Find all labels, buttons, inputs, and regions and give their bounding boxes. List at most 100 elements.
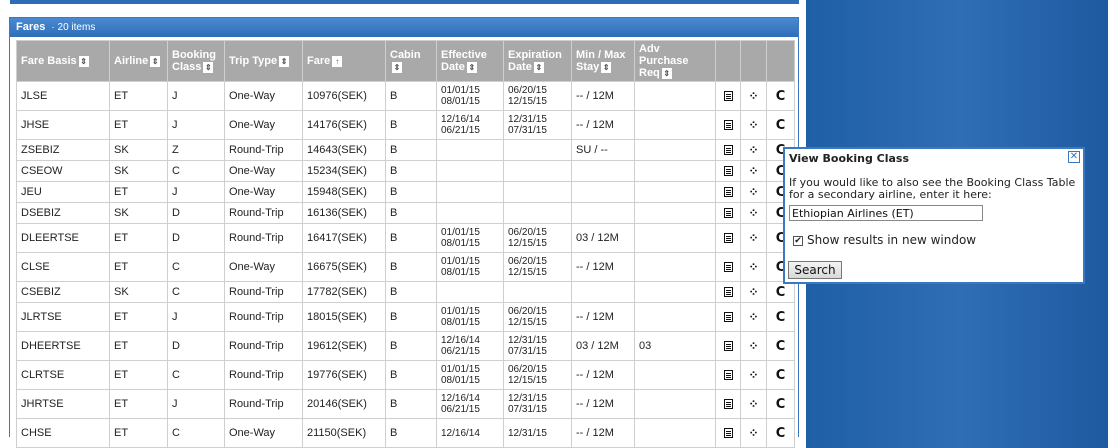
route-cell[interactable]: ⁘: [740, 181, 767, 203]
table-row[interactable]: JHSE ET J One-Way 14176(SEK) B 12/16/14 06/21/1…: [16, 110, 795, 140]
rules-cell[interactable]: [715, 252, 741, 282]
route-cell[interactable]: ⁘: [740, 160, 767, 182]
column-header-min-max-stay[interactable]: Min / Max Stay ⇕: [571, 40, 635, 82]
route-cell[interactable]: ⁘: [740, 331, 767, 361]
route-cell[interactable]: ⁘: [740, 281, 767, 303]
route-cell[interactable]: ⁘: [740, 389, 767, 419]
rules-icon[interactable]: [723, 91, 733, 102]
airline-cell[interactable]: SK: [109, 139, 168, 161]
column-header-airline[interactable]: Airline ⇕: [109, 40, 168, 82]
rules-icon[interactable]: [723, 166, 733, 177]
new-window-option[interactable]: ✔ Show results in new window: [793, 233, 976, 247]
route-cell[interactable]: ⁘: [740, 110, 767, 140]
airline-cell[interactable]: ET: [109, 81, 168, 111]
sort-icon[interactable]: ⇕: [392, 61, 402, 73]
rules-icon[interactable]: [723, 262, 733, 273]
booking-class-icon[interactable]: C: [776, 397, 786, 412]
booking-class-icon[interactable]: C: [776, 89, 786, 104]
route-map-icon[interactable]: ⁘: [748, 90, 758, 102]
route-cell[interactable]: ⁘: [740, 139, 767, 161]
sort-icon[interactable]: ⇕: [150, 55, 161, 67]
airline-cell[interactable]: ET: [109, 302, 168, 332]
rules-cell[interactable]: [715, 181, 741, 203]
rules-icon[interactable]: [723, 233, 733, 244]
booking-class-icon[interactable]: C: [776, 339, 786, 354]
column-header-booking-class[interactable]: Booking Class ⇕: [167, 40, 225, 82]
booking-class-action-cell[interactable]: C: [766, 110, 795, 140]
table-row[interactable]: DSEBIZ SK D Round-Trip 16136(SEK) B ⁘ C: [16, 202, 795, 224]
rules-cell[interactable]: [715, 202, 741, 224]
rules-icon[interactable]: [723, 208, 733, 219]
booking-class-icon[interactable]: C: [776, 310, 786, 325]
table-row[interactable]: JEU ET J One-Way 15948(SEK) B ⁘ C: [16, 181, 795, 203]
sort-icon[interactable]: ⇕: [279, 55, 290, 67]
booking-class-icon[interactable]: C: [776, 118, 786, 133]
table-row[interactable]: DLEERTSE ET D Round-Trip 16417(SEK) B 01/01/15…: [16, 223, 795, 253]
table-row[interactable]: ZSEBIZ SK Z Round-Trip 14643(SEK) B SU / -- ⁘ C: [16, 139, 795, 161]
booking-class-action-cell[interactable]: C: [766, 360, 795, 390]
route-map-icon[interactable]: ⁘: [748, 398, 758, 410]
route-map-icon[interactable]: ⁘: [748, 207, 758, 219]
table-row[interactable]: CHSE ET C One-Way 21150(SEK) B 12/16/14 12/31/1…: [16, 418, 795, 448]
airline-cell[interactable]: ET: [109, 252, 168, 282]
route-map-icon[interactable]: ⁘: [748, 232, 758, 244]
booking-class-action-cell[interactable]: C: [766, 331, 795, 361]
booking-class-action-cell[interactable]: C: [766, 81, 795, 111]
rules-cell[interactable]: [715, 302, 741, 332]
rules-cell[interactable]: [715, 418, 741, 448]
route-map-icon[interactable]: ⁘: [748, 186, 758, 198]
sort-icon[interactable]: ⇕: [533, 61, 544, 73]
column-header-expiration-date[interactable]: Expiration Date ⇕: [503, 40, 572, 82]
route-map-icon[interactable]: ⁘: [748, 286, 758, 298]
rules-cell[interactable]: [715, 110, 741, 140]
sort-icon[interactable]: ⇕: [466, 61, 477, 73]
table-row[interactable]: JHRTSE ET J Round-Trip 20146(SEK) B 12/16/14 06…: [16, 389, 795, 419]
booking-class-action-cell[interactable]: C: [766, 418, 795, 448]
rules-icon[interactable]: [723, 187, 733, 198]
rules-cell[interactable]: [715, 281, 741, 303]
booking-class-action-cell[interactable]: C: [766, 281, 795, 303]
booking-class-icon[interactable]: C: [776, 285, 786, 300]
route-map-icon[interactable]: ⁘: [748, 311, 758, 323]
route-map-icon[interactable]: ⁘: [748, 369, 758, 381]
new-window-checkbox[interactable]: ✔: [793, 235, 803, 246]
airline-cell[interactable]: ET: [109, 331, 168, 361]
rules-icon[interactable]: [723, 312, 733, 323]
airline-cell[interactable]: ET: [109, 223, 168, 253]
column-header-adv-purchase[interactable]: Adv Purchase Req ⇕: [634, 40, 716, 82]
booking-class-action-cell[interactable]: C: [766, 302, 795, 332]
route-cell[interactable]: ⁘: [740, 252, 767, 282]
route-map-icon[interactable]: ⁘: [748, 261, 758, 273]
route-cell[interactable]: ⁘: [740, 202, 767, 224]
column-header-fare[interactable]: Fare ↑: [302, 40, 386, 82]
route-cell[interactable]: ⁘: [740, 418, 767, 448]
route-cell[interactable]: ⁘: [740, 302, 767, 332]
route-map-icon[interactable]: ⁘: [748, 427, 758, 439]
rules-cell[interactable]: [715, 139, 741, 161]
rules-icon[interactable]: [723, 120, 733, 131]
sort-icon[interactable]: ⇕: [661, 67, 672, 79]
sort-icon[interactable]: ⇕: [601, 61, 612, 73]
booking-class-icon[interactable]: C: [776, 368, 786, 383]
route-map-icon[interactable]: ⁘: [748, 165, 758, 177]
rules-cell[interactable]: [715, 360, 741, 390]
rules-cell[interactable]: [715, 331, 741, 361]
airline-cell[interactable]: ET: [109, 110, 168, 140]
table-row[interactable]: CSEBIZ SK C Round-Trip 17782(SEK) B ⁘ C: [16, 281, 795, 303]
airline-cell[interactable]: ET: [109, 389, 168, 419]
sort-icon[interactable]: ⇕: [203, 61, 214, 73]
rules-cell[interactable]: [715, 223, 741, 253]
column-header-cabin[interactable]: Cabin⇕: [385, 40, 437, 82]
rules-icon[interactable]: [723, 370, 733, 381]
airline-cell[interactable]: ET: [109, 360, 168, 390]
route-cell[interactable]: ⁘: [740, 223, 767, 253]
route-cell[interactable]: ⁘: [740, 81, 767, 111]
rules-cell[interactable]: [715, 81, 741, 111]
airline-cell[interactable]: ET: [109, 181, 168, 203]
search-button[interactable]: Search: [788, 261, 842, 279]
airline-cell[interactable]: SK: [109, 281, 168, 303]
table-row[interactable]: JLSE ET J One-Way 10976(SEK) B 01/01/15 08/01/1…: [16, 81, 795, 111]
booking-class-icon[interactable]: C: [776, 426, 786, 441]
column-header-fare-basis[interactable]: Fare Basis ⇕: [16, 40, 110, 82]
rules-cell[interactable]: [715, 160, 741, 182]
